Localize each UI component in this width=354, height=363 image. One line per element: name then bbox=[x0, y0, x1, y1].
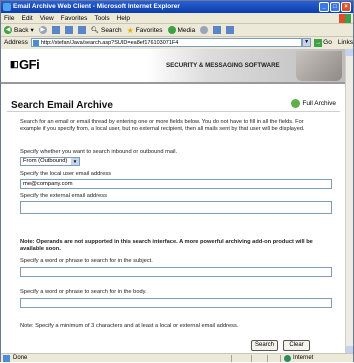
address-bar: Address http://stefan/Java/search.asp?SU… bbox=[1, 37, 353, 48]
status-divider bbox=[231, 355, 232, 362]
menu-view[interactable]: View bbox=[40, 13, 54, 23]
media-button[interactable]: Media bbox=[167, 26, 196, 34]
banner-photo bbox=[296, 51, 342, 81]
search-label: Search bbox=[100, 26, 122, 34]
menu-favorites[interactable]: Favorites bbox=[61, 13, 88, 23]
search-button[interactable]: 🔍︎ Search bbox=[90, 26, 122, 35]
menu-help[interactable]: Help bbox=[117, 13, 130, 23]
gfi-logo: ◧GFi bbox=[10, 57, 40, 72]
maximize-button[interactable]: □ bbox=[330, 2, 340, 12]
scroll-down-icon[interactable] bbox=[346, 346, 353, 353]
direction-select[interactable]: From (Outbound) ▼ bbox=[20, 157, 80, 166]
title-divider bbox=[7, 111, 340, 112]
subject-field[interactable] bbox=[20, 267, 332, 277]
favorites-label: Favorites bbox=[135, 26, 163, 34]
print-icon bbox=[226, 26, 235, 34]
window-title: Email Archive Web Client - Microsoft Int… bbox=[13, 3, 180, 10]
chevron-down-icon: ▼ bbox=[71, 158, 79, 165]
status-divider bbox=[251, 355, 252, 362]
media-label: Media bbox=[177, 26, 196, 34]
full-archive-icon bbox=[291, 99, 301, 108]
back-label: Back bbox=[14, 26, 29, 34]
stop-icon bbox=[51, 26, 60, 34]
home-icon bbox=[77, 26, 86, 34]
address-label: Address bbox=[4, 39, 28, 46]
minimize-button[interactable]: _ bbox=[319, 2, 329, 12]
ie-icon bbox=[3, 3, 11, 11]
stop-button[interactable] bbox=[51, 26, 60, 34]
refresh-button[interactable] bbox=[64, 26, 73, 34]
page-status-icon bbox=[3, 355, 10, 362]
forward-arrow-icon: ▶ bbox=[38, 26, 47, 34]
mail-button[interactable] bbox=[213, 26, 222, 34]
page-title: Search Email Archive bbox=[11, 100, 113, 111]
operands-note: Note: Operands are not supported in this… bbox=[20, 239, 313, 252]
go-label: Go bbox=[323, 39, 332, 46]
page-viewport: ◧GFi SECURITY & MESSAGING SOFTWARE Searc… bbox=[1, 49, 346, 353]
body-field[interactable] bbox=[20, 298, 332, 308]
subject-label: Specify a word or phrase to search for i… bbox=[20, 258, 153, 264]
vertical-scrollbar[interactable] bbox=[345, 49, 353, 353]
history-button[interactable] bbox=[200, 26, 209, 34]
go-arrow-icon: → bbox=[314, 38, 323, 47]
favorites-button[interactable]: ★ Favorites bbox=[127, 26, 163, 35]
dropdown-icon[interactable]: ▾ bbox=[30, 26, 33, 34]
forward-button[interactable]: ▶ bbox=[38, 26, 47, 34]
clear-button[interactable]: Clear bbox=[283, 340, 310, 351]
direction-label: Specify whether you want to search inbou… bbox=[20, 149, 178, 155]
windows-flag-icon bbox=[339, 14, 351, 23]
status-divider bbox=[267, 355, 268, 362]
logo-mark-icon: ◧ bbox=[10, 59, 19, 69]
full-archive-link[interactable]: Full Archive bbox=[291, 99, 336, 108]
home-button[interactable] bbox=[77, 26, 86, 34]
scroll-up-icon[interactable] bbox=[346, 49, 353, 56]
back-arrow-icon: ◀ bbox=[4, 26, 12, 34]
browser-window: Email Archive Web Client - Microsoft Int… bbox=[0, 0, 354, 362]
menu-file[interactable]: File bbox=[4, 13, 14, 23]
toolbar: ◀ Back ▾ ▶ 🔍︎ Search ★ Favorites Media bbox=[1, 24, 353, 37]
menu-tools[interactable]: Tools bbox=[94, 13, 109, 23]
page-icon bbox=[32, 40, 39, 46]
logo-text: GFi bbox=[19, 57, 40, 72]
mail-icon bbox=[213, 26, 222, 34]
search-submit-button[interactable]: Search bbox=[251, 340, 278, 351]
title-bar: Email Archive Web Client - Microsoft Int… bbox=[1, 1, 353, 13]
local-user-field[interactable]: me@company.com bbox=[20, 179, 332, 189]
search-icon: 🔍︎ bbox=[90, 27, 99, 34]
globe-icon bbox=[284, 355, 291, 362]
menu-edit[interactable]: Edit bbox=[21, 13, 32, 23]
direction-value: From (Outbound) bbox=[23, 158, 68, 164]
full-archive-label: Full Archive bbox=[302, 100, 336, 107]
close-button[interactable]: × bbox=[341, 2, 351, 12]
address-input[interactable]: http://stefan/Java/search.asp?SUID=ea8ef… bbox=[30, 38, 303, 47]
local-user-label: Specify the local user email address bbox=[20, 171, 112, 177]
refresh-icon bbox=[64, 26, 73, 34]
address-url: http://stefan/Java/search.asp?SUID=ea8ef… bbox=[40, 40, 179, 46]
address-dropdown-icon[interactable]: ▼ bbox=[302, 38, 312, 47]
links-button[interactable]: Links bbox=[338, 39, 353, 46]
banner: ◧GFi SECURITY & MESSAGING SOFTWARE bbox=[1, 49, 346, 84]
history-icon bbox=[200, 26, 209, 34]
star-icon: ★ bbox=[126, 25, 134, 35]
print-button[interactable] bbox=[226, 26, 235, 34]
external-user-field[interactable] bbox=[20, 201, 332, 214]
go-button[interactable]: → Go bbox=[314, 38, 332, 47]
media-icon bbox=[167, 26, 176, 34]
status-divider bbox=[280, 355, 281, 362]
body-label: Specify a word or phrase to search for i… bbox=[20, 289, 147, 295]
banner-tagline: SECURITY & MESSAGING SOFTWARE bbox=[166, 62, 280, 69]
status-bar: Done Internet bbox=[1, 353, 353, 362]
intro-text: Search for an email or email thread by e… bbox=[20, 119, 305, 132]
menu-bar: File Edit View Favorites Tools Help bbox=[1, 13, 353, 24]
back-button[interactable]: ◀ Back ▾ bbox=[4, 26, 34, 34]
minimum-note: Note: Specify a minimum of 3 characters … bbox=[20, 323, 239, 329]
external-user-label: Specify the external email address bbox=[20, 193, 107, 199]
